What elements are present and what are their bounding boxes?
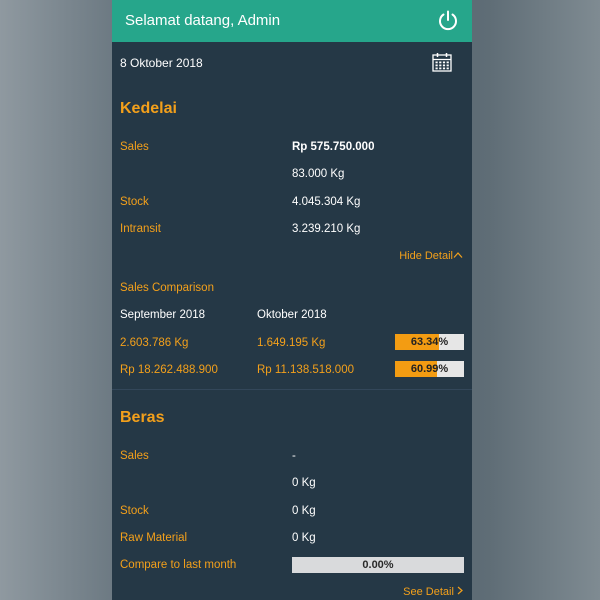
kedelai-stock-value: 4.045.304 Kg: [292, 196, 361, 208]
beras-stock-label: Stock: [120, 505, 149, 517]
hide-detail-link[interactable]: Hide Detail: [399, 250, 463, 262]
section-divider: [112, 389, 472, 390]
chevron-right-icon: [457, 586, 463, 598]
beras-compare-pct: 0.00%: [362, 559, 394, 571]
kedelai-intransit-value: 3.239.210 Kg: [292, 223, 361, 235]
qty-comparison-pct: 63.34%: [410, 336, 449, 348]
qty-comparison-bar: 63.34%: [395, 334, 464, 350]
comparison-prev-amount: Rp 18.262.488.900: [120, 364, 218, 376]
beras-raw-material-label: Raw Material: [120, 532, 188, 544]
hide-detail-label: Hide Detail: [399, 250, 453, 262]
kedelai-sales-qty: 83.000 Kg: [292, 168, 345, 180]
comparison-curr-month: Oktober 2018: [257, 309, 327, 321]
comparison-prev-qty: 2.603.786 Kg: [120, 337, 189, 349]
beras-sales-value: -: [292, 450, 296, 462]
amount-comparison-bar: 60.99%: [395, 361, 464, 377]
kedelai-intransit-label: Intransit: [120, 223, 161, 235]
amount-comparison-pct: 60.99%: [410, 363, 449, 375]
app-screen: Selamat datang, Admin 8 Oktober 2018 Ked…: [112, 0, 472, 600]
date-row: 8 Oktober 2018: [112, 42, 472, 84]
comparison-curr-amount: Rp 11.138.518.000: [257, 364, 354, 376]
beras-sales-qty: 0 Kg: [292, 477, 316, 489]
beras-stock-value: 0 Kg: [292, 505, 316, 517]
chevron-up-icon: [453, 250, 463, 262]
comparison-curr-qty: 1.649.195 Kg: [257, 337, 326, 349]
header-title: Selamat datang, Admin: [125, 12, 281, 29]
kedelai-stock-label: Stock: [120, 196, 149, 208]
kedelai-sales-label: Sales: [120, 141, 149, 153]
beras-compare-bar: 0.00%: [292, 557, 464, 573]
beras-compare-label: Compare to last month: [120, 559, 237, 571]
see-detail-label: See Detail: [403, 586, 454, 598]
date-text: 8 Oktober 2018: [120, 56, 203, 70]
see-detail-link[interactable]: See Detail: [403, 586, 463, 598]
header-bar: Selamat datang, Admin: [112, 0, 472, 42]
comparison-prev-month: September 2018: [120, 309, 206, 321]
power-icon[interactable]: [436, 9, 460, 33]
section-title-kedelai: Kedelai: [120, 100, 177, 117]
kedelai-sales-value: Rp 575.750.000: [292, 141, 375, 153]
sales-comparison-title: Sales Comparison: [120, 282, 214, 294]
beras-raw-material-value: 0 Kg: [292, 532, 316, 544]
section-title-beras: Beras: [120, 409, 165, 426]
calendar-icon[interactable]: [431, 51, 453, 73]
beras-sales-label: Sales: [120, 450, 149, 462]
